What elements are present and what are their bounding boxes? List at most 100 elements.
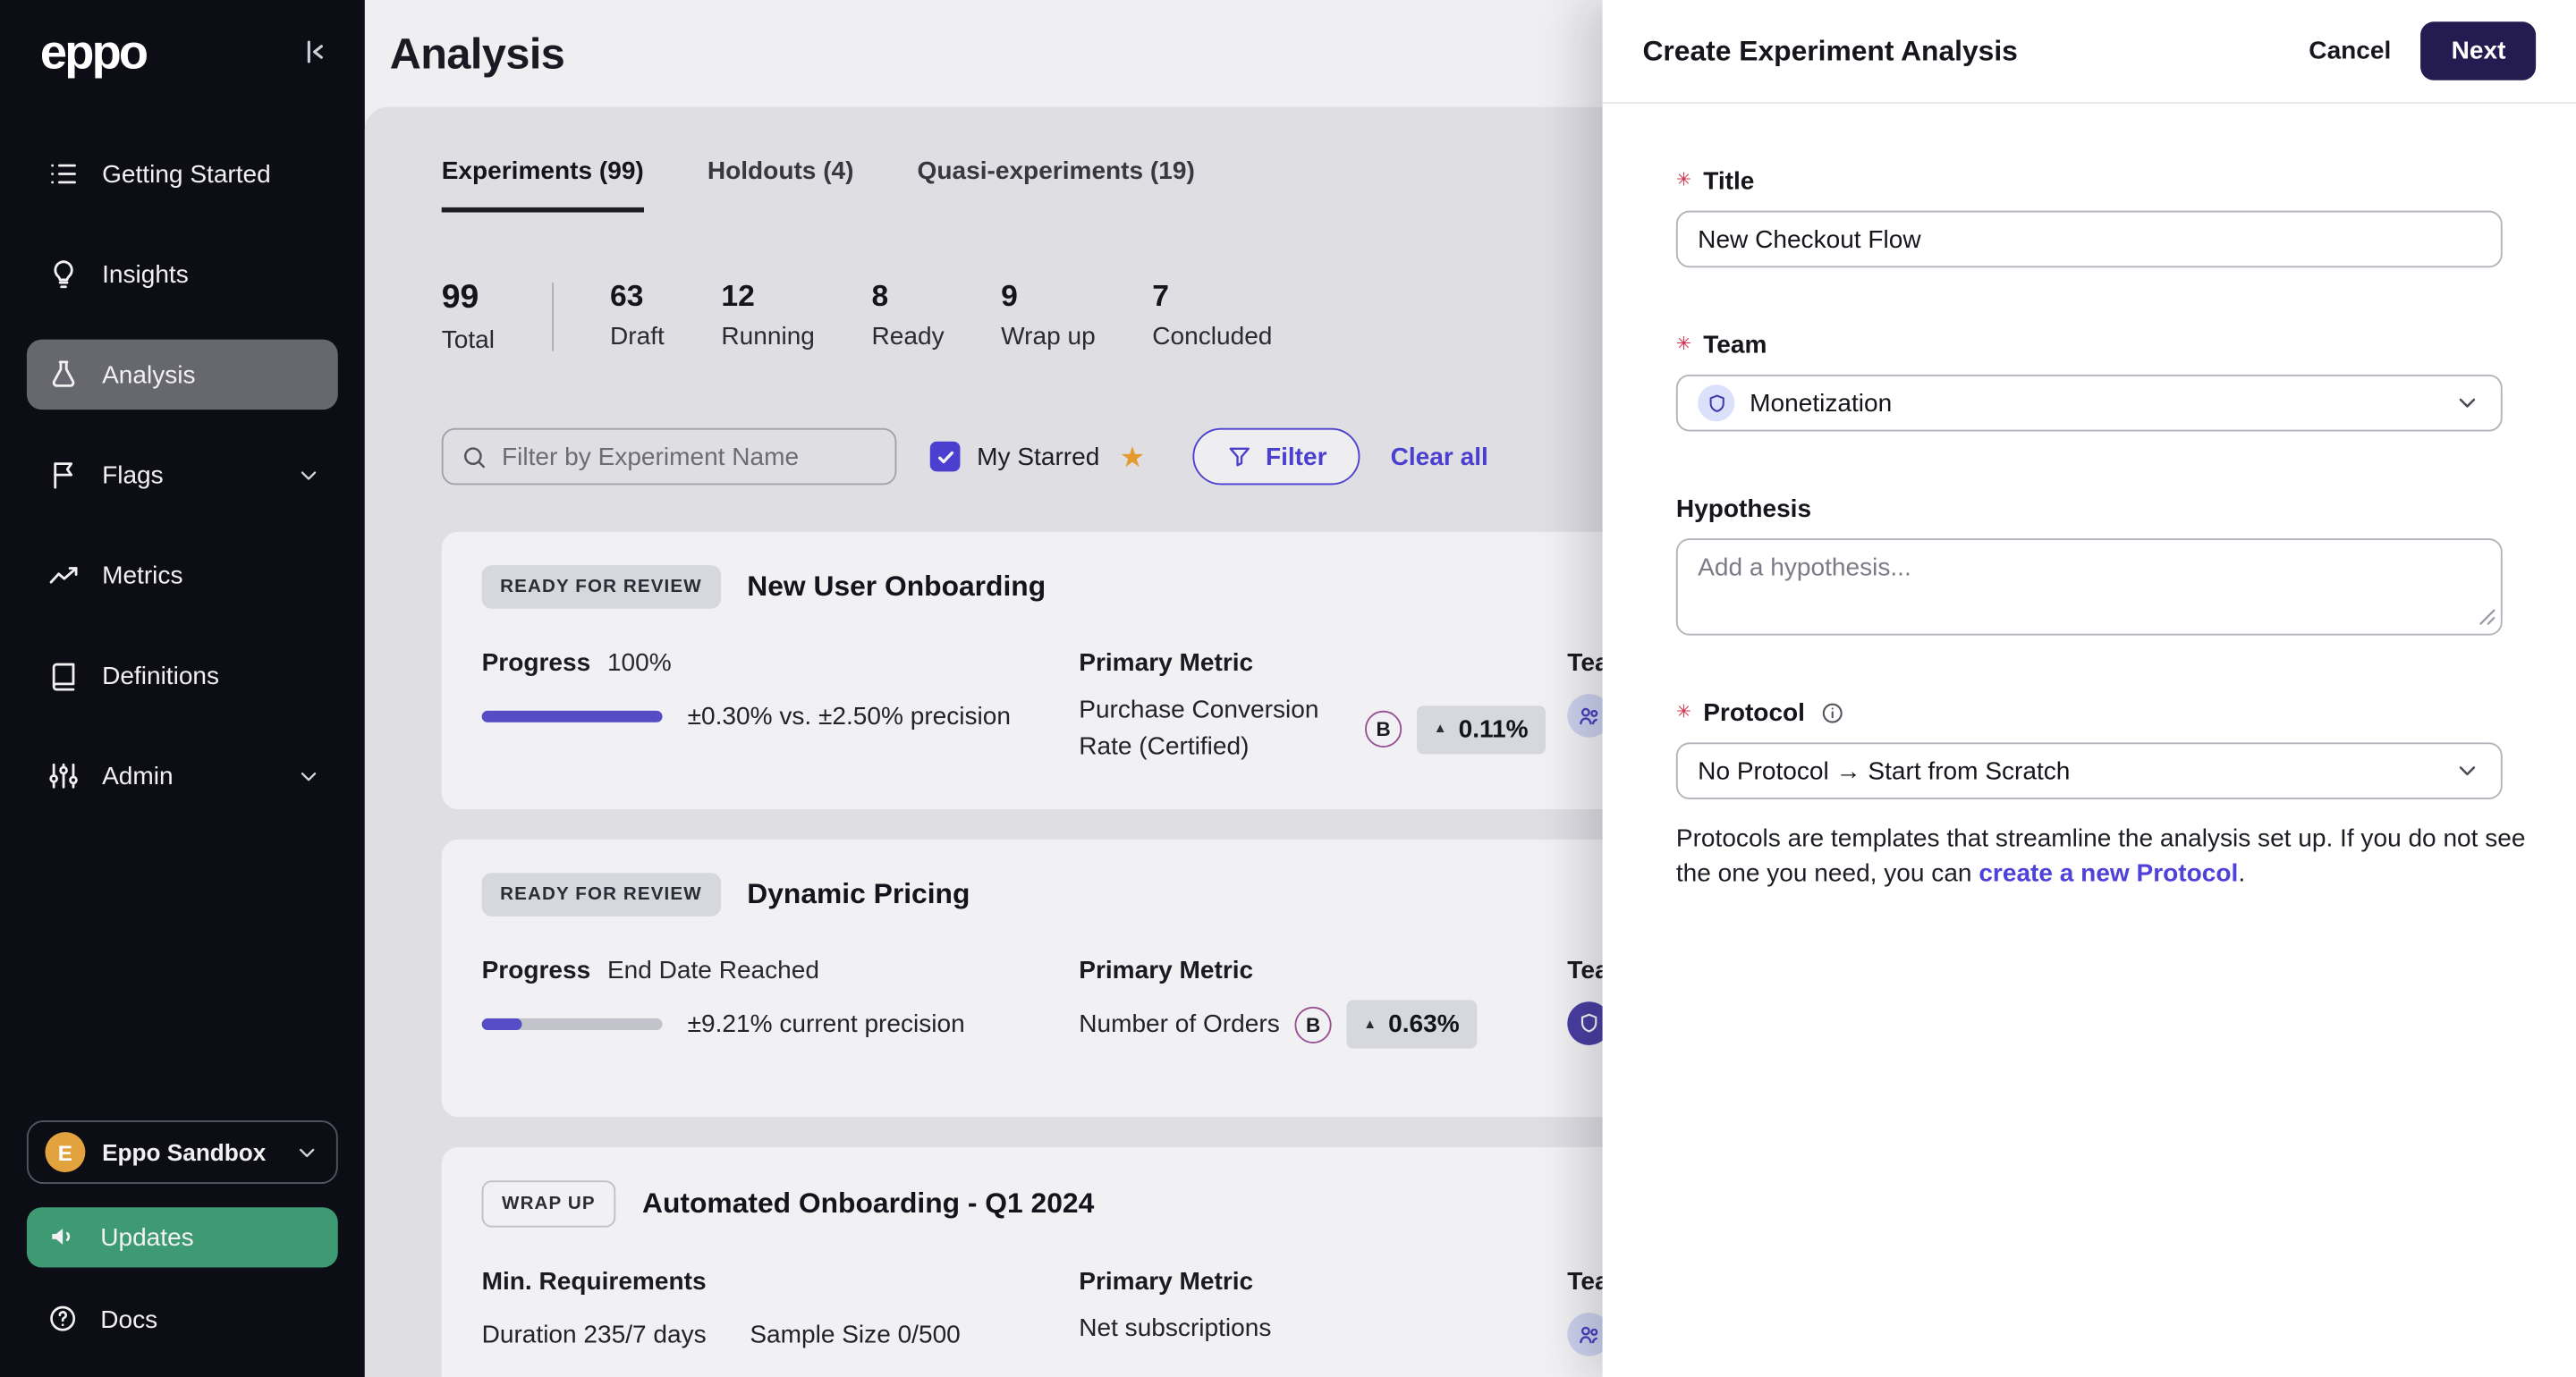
sidebar-item-label: Getting Started: [102, 159, 271, 189]
team-select-value: Monetization: [1750, 388, 1893, 418]
stat-total: 99 Total: [442, 279, 495, 354]
lift-pill: ▲ 0.63%: [1346, 1000, 1477, 1049]
sidebar-item-label: Insights: [102, 259, 189, 289]
team-select[interactable]: Monetization: [1675, 374, 2503, 432]
filter-button[interactable]: Filter: [1191, 427, 1360, 486]
stat-running: 12 Running: [721, 279, 815, 354]
funnel-icon: [1225, 444, 1252, 470]
shield-icon: [1578, 1011, 1601, 1035]
requirements-column: Min. Requirements Duration 235/7 days Sa…: [482, 1268, 1059, 1350]
stat-value: 7: [1152, 279, 1170, 313]
sidebar-item-admin[interactable]: Admin: [27, 740, 338, 811]
lift-value: 0.11%: [1458, 714, 1529, 744]
sidebar-item-updates[interactable]: Updates: [26, 1207, 338, 1268]
cancel-button[interactable]: Cancel: [2309, 37, 2391, 65]
question-circle-icon: [47, 1303, 80, 1336]
caret-up-icon: ▲: [1433, 721, 1447, 736]
info-icon[interactable]: [1820, 701, 1845, 726]
experiment-title[interactable]: Automated Onboarding - Q1 2024: [642, 1187, 1094, 1221]
stat-value: 9: [1001, 279, 1018, 313]
sidebar-item-label: Flags: [102, 460, 164, 490]
title-input[interactable]: [1675, 210, 2503, 268]
tab-quasi-experiments[interactable]: Quasi-experiments (19): [918, 157, 1195, 213]
team-field-group: ✳ Team Monetization: [1675, 331, 2503, 432]
requirements-label: Min. Requirements: [481, 1267, 707, 1297]
stat-value: 99: [441, 279, 479, 317]
primary-metric-column: Primary Metric Purchase Conversion Rate …: [1079, 649, 1580, 766]
my-starred-toggle[interactable]: My Starred ★: [929, 440, 1146, 473]
book-icon: [47, 659, 80, 692]
primary-metric-name: Number of Orders: [1079, 1009, 1280, 1038]
my-starred-label: My Starred: [977, 442, 1100, 471]
workspace-avatar: E: [45, 1132, 86, 1172]
stats-divider: [551, 283, 554, 351]
sidebar-item-flags[interactable]: Flags: [27, 440, 338, 511]
variant-badge: B: [1365, 710, 1402, 748]
stat-label: Total: [441, 325, 495, 355]
progress-bar: [481, 1018, 663, 1030]
hypothesis-field-group: Hypothesis: [1675, 494, 2503, 636]
lift-value: 0.63%: [1388, 1010, 1460, 1039]
stat-draft: 63 Draft: [610, 279, 665, 354]
title-field-label: Title: [1703, 167, 1755, 196]
primary-metric-name: Net subscriptions: [1079, 1314, 1272, 1343]
sidebar-item-getting-started[interactable]: Getting Started: [27, 139, 338, 209]
sample-size-requirement: Sample Size 0/500: [750, 1321, 961, 1350]
workspace-switcher[interactable]: E Eppo Sandbox: [26, 1119, 338, 1185]
required-asterisk-icon: ✳: [1675, 334, 1692, 355]
stat-value: 8: [871, 279, 889, 313]
clear-all-link[interactable]: Clear all: [1391, 443, 1488, 471]
create-protocol-link[interactable]: create a new Protocol: [1979, 859, 2238, 888]
sidebar-item-metrics[interactable]: Metrics: [27, 540, 338, 611]
status-badge: WRAP UP: [481, 1180, 616, 1228]
chart-line-icon: [47, 559, 80, 592]
chevron-down-icon: [296, 462, 321, 487]
lightbulb-icon: [47, 258, 80, 291]
sidebar-item-label: Admin: [102, 761, 174, 790]
primary-metric-label: Primary Metric: [1079, 648, 1254, 678]
resize-handle-icon[interactable]: [2479, 609, 2496, 626]
sidebar-item-definitions[interactable]: Definitions: [27, 640, 338, 711]
sidebar-item-docs[interactable]: Docs: [27, 1291, 338, 1348]
status-badge: READY FOR REVIEW: [481, 565, 721, 609]
screen: eppo Getting Started Insights Analysis F…: [0, 0, 2576, 1377]
page-title: Analysis: [389, 27, 565, 78]
next-button[interactable]: Next: [2420, 21, 2537, 80]
hypothesis-field-label: Hypothesis: [1675, 494, 1812, 524]
eppo-logo[interactable]: eppo: [40, 30, 148, 79]
sliders-icon: [47, 759, 80, 792]
protocol-select[interactable]: No Protocol → Start from Scratch: [1675, 742, 2503, 799]
stat-value: 63: [610, 279, 644, 313]
primary-metric-label: Primary Metric: [1079, 956, 1254, 985]
my-starred-checkbox[interactable]: [929, 441, 961, 472]
protocol-help-text: Protocols are templates that streamline …: [1676, 821, 2546, 891]
drawer-title: Create Experiment Analysis: [1642, 34, 2018, 66]
progress-bar-fill: [481, 710, 663, 722]
chevron-down-icon: [2453, 757, 2480, 784]
primary-metric-column: Primary Metric Net subscriptions: [1079, 1268, 1580, 1348]
flask-icon: [47, 358, 80, 391]
experiment-title[interactable]: Dynamic Pricing: [747, 878, 970, 911]
tab-experiments[interactable]: Experiments (99): [441, 157, 644, 213]
star-icon: ★: [1119, 440, 1146, 473]
precision-note: ±0.30% vs. ±2.50% precision: [687, 702, 1011, 731]
collapse-sidebar-icon: [298, 35, 331, 73]
sidebar-item-insights[interactable]: Insights: [27, 239, 338, 309]
protocol-field-group: ✳ Protocol No Protocol → Start from Scra…: [1675, 698, 2525, 891]
search-input[interactable]: [502, 442, 878, 471]
flag-icon: [47, 458, 80, 491]
experiment-title[interactable]: New User Onboarding: [747, 570, 1046, 604]
protocol-field-label: Protocol: [1703, 698, 1805, 728]
tab-holdouts[interactable]: Holdouts (4): [708, 157, 854, 213]
sidebar-item-analysis[interactable]: Analysis: [26, 339, 338, 410]
drawer-header: Create Experiment Analysis Cancel Next: [1602, 0, 2576, 104]
stat-label: Wrap up: [1001, 322, 1096, 351]
hypothesis-textarea[interactable]: [1675, 538, 2503, 636]
collapse-sidebar-button[interactable]: [298, 35, 331, 73]
progress-value: 100%: [606, 648, 672, 678]
sidebar-nav: Getting Started Insights Analysis Flags: [26, 139, 338, 1120]
caret-up-icon: ▲: [1363, 1016, 1377, 1031]
stat-value: 12: [721, 279, 755, 313]
drawer-body: ✳ Title ✳ Team Monetization: [1603, 104, 2576, 891]
primary-metric-column: Primary Metric Number of Orders B ▲ 0.63…: [1079, 957, 1580, 1049]
